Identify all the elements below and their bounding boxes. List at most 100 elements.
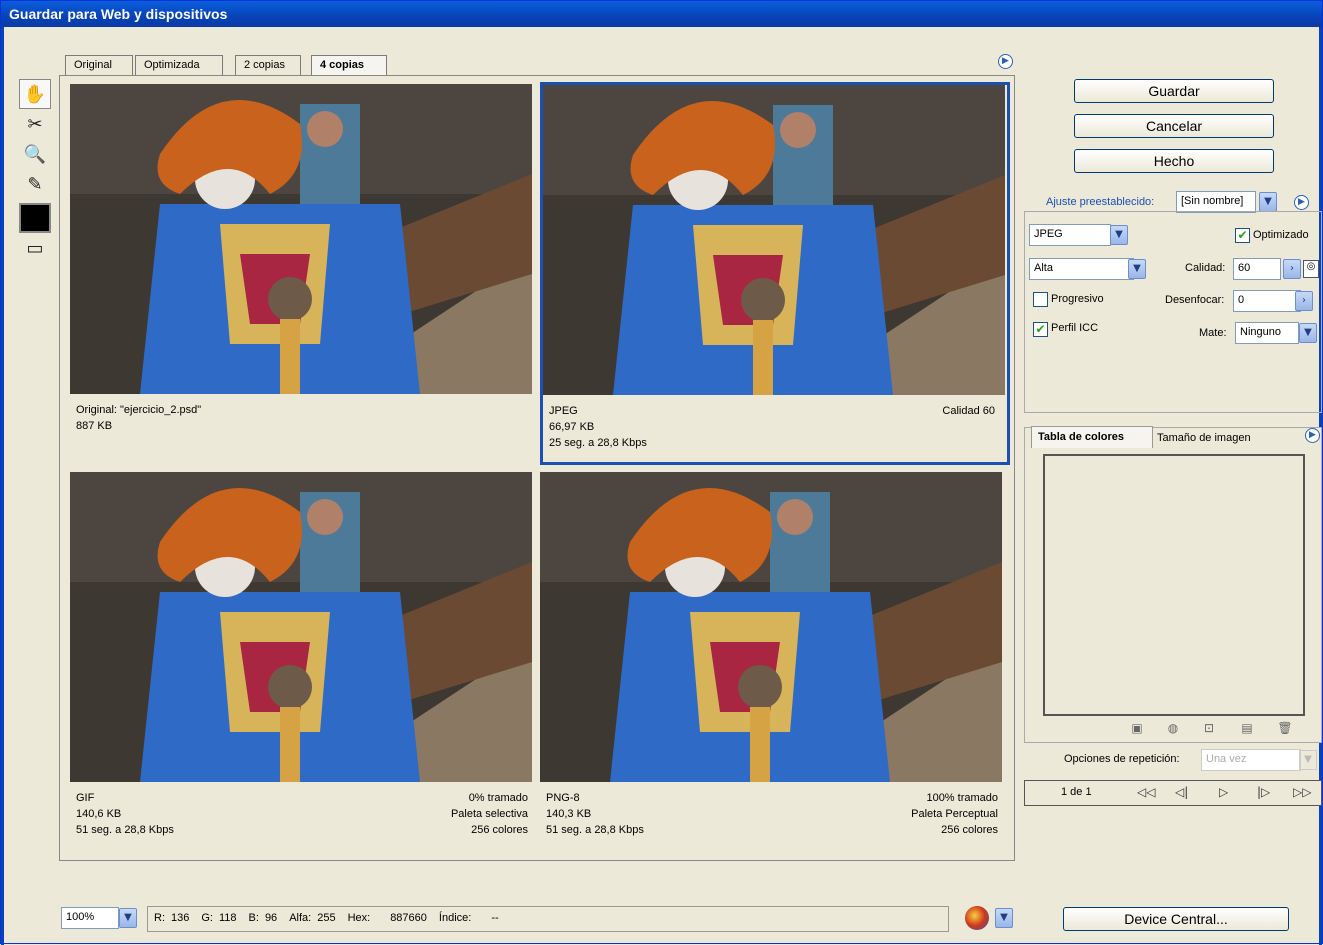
play-icon[interactable]: ▷: [1219, 785, 1228, 799]
last-frame-icon[interactable]: ▷▷: [1293, 785, 1311, 799]
tab-2-up[interactable]: 2 copias: [235, 55, 301, 75]
quality-label: Calidad:: [1185, 262, 1226, 274]
alpha-label: Alfa:: [289, 912, 312, 924]
pane-info-line: Calidad 60: [942, 405, 995, 417]
preview-pane[interactable]: JPEG 66,97 KB 25 seg. a 28,8 Kbps Calidad 6…: [540, 82, 1010, 465]
toolbox: ✋ ✂ 🔍 ✎ ▭: [19, 79, 53, 263]
blur-label: Desenfocar:: [1165, 294, 1225, 306]
color-table-menu-icon[interactable]: ▶: [1305, 428, 1320, 443]
prev-frame-icon[interactable]: ◁|: [1175, 785, 1188, 799]
chevron-down-icon[interactable]: ▼: [1299, 323, 1317, 343]
pane-info-line: 887 KB: [76, 420, 113, 432]
pane-info-left: JPEG 66,97 KB 25 seg. a 28,8 Kbps: [549, 403, 647, 451]
b-value: 96: [264, 912, 278, 924]
optimized-label: Optimizado: [1253, 229, 1309, 241]
pane-info-line: 256 colores: [941, 824, 998, 836]
preview-menu-icon[interactable]: ▶: [998, 54, 1013, 69]
preset-select[interactable]: [Sin nombre]: [1176, 191, 1256, 213]
toggle-slices-icon[interactable]: ▭: [19, 233, 51, 263]
first-frame-icon[interactable]: ◁◁: [1137, 785, 1155, 799]
pane-info-right: Calidad 60: [942, 403, 995, 419]
color-info-bar: R: 136 G: 118 B: 96 Alfa: 255 Hex: 88766…: [147, 906, 949, 932]
progressive-label: Progresivo: [1051, 293, 1104, 305]
format-select[interactable]: JPEG: [1029, 224, 1111, 246]
blur-slider-icon[interactable]: ›: [1295, 291, 1313, 311]
frame-counter: 1 de 1: [1061, 786, 1092, 798]
pane-info-line: 140,3 KB: [546, 808, 592, 820]
done-button[interactable]: Hecho: [1074, 149, 1274, 173]
new-color-icon[interactable]: ▤: [1239, 721, 1255, 737]
preview-image[interactable]: [70, 472, 532, 782]
web-snap-icon[interactable]: ◍: [1165, 721, 1181, 737]
pane-info-line: 66,97 KB: [549, 421, 595, 433]
hex-value: 887660: [390, 912, 427, 924]
eyedropper-color-swatch[interactable]: [19, 203, 51, 233]
quality-input[interactable]: 60: [1233, 258, 1281, 280]
next-frame-icon[interactable]: |▷: [1257, 785, 1270, 799]
matte-select[interactable]: Ninguno: [1235, 322, 1299, 344]
zoom-icon[interactable]: 🔍: [19, 139, 51, 169]
zoom-select[interactable]: 100%: [61, 907, 119, 929]
chevron-down-icon[interactable]: ▼: [1110, 225, 1128, 245]
preview-pane[interactable]: Original: "ejercicio_2.psd" 887 KB: [70, 84, 540, 467]
repeat-select[interactable]: Una vez: [1201, 749, 1301, 771]
chevron-down-icon[interactable]: ▼: [1128, 259, 1146, 279]
pane-info-left: Original: "ejercicio_2.psd" 887 KB: [76, 402, 201, 434]
preview-pane[interactable]: PNG-8 140,3 KB 51 seg. a 28,8 Kbps 100% tra…: [540, 472, 1010, 855]
color-table-panel: Tabla de colores Tamaño de imagen ▶ ▣ ◍ …: [1024, 426, 1322, 743]
preview-grid: Original: "ejercicio_2.psd" 887 KB JPEG 66,…: [59, 75, 1015, 861]
trash-icon[interactable]: 🗑: [1277, 721, 1293, 737]
pane-info-line: 25 seg. a 28,8 Kbps: [549, 437, 647, 449]
pane-info-line: PNG-8: [546, 792, 580, 804]
chevron-down-icon[interactable]: ▼: [995, 908, 1013, 928]
pane-info-line: 256 colores: [471, 824, 528, 836]
pane-info-line: 100% tramado: [926, 792, 998, 804]
window-border-left: [1, 27, 4, 945]
quality-preset-select[interactable]: Alta: [1029, 258, 1134, 280]
animation-controls: 1 de 1 ◁◁ ◁| ▷ |▷ ▷▷: [1024, 780, 1322, 806]
map-transparent-icon[interactable]: ▣: [1129, 721, 1145, 737]
color-table-swatches[interactable]: [1043, 454, 1305, 716]
pane-info-left: GIF 140,6 KB 51 seg. a 28,8 Kbps: [76, 790, 174, 838]
pane-info-line: Paleta selectiva: [450, 808, 528, 820]
chevron-down-icon[interactable]: ▼: [1259, 192, 1277, 212]
index-label: Índice:: [438, 912, 472, 924]
mask-icon[interactable]: ◎: [1303, 260, 1319, 278]
preview-pane[interactable]: GIF 140,6 KB 51 seg. a 28,8 Kbps 0% tramado…: [70, 472, 540, 855]
blur-input[interactable]: 0: [1233, 290, 1301, 312]
tab-image-size[interactable]: Tamaño de imagen: [1155, 428, 1273, 448]
settings-menu-icon[interactable]: ▶: [1294, 195, 1309, 210]
pane-info-line: Original: "ejercicio_2.psd": [76, 404, 202, 416]
cancel-button[interactable]: Cancelar: [1074, 114, 1274, 138]
progressive-checkbox[interactable]: [1033, 292, 1048, 307]
pane-info-line: JPEG: [549, 405, 578, 417]
pane-info-line: GIF: [76, 792, 95, 804]
tab-color-table[interactable]: Tabla de colores: [1031, 426, 1153, 448]
icc-profile-checkbox[interactable]: ✔: [1033, 322, 1048, 337]
quality-slider-icon[interactable]: ›: [1283, 259, 1301, 279]
tab-optimized[interactable]: Optimizada: [135, 55, 223, 75]
g-value: 118: [218, 912, 237, 924]
preview-image[interactable]: [543, 85, 1005, 395]
r-value: 136: [171, 912, 190, 924]
tab-original[interactable]: Original: [65, 55, 133, 75]
tab-4-up[interactable]: 4 copias: [311, 55, 387, 76]
eyedropper-icon[interactable]: ✎: [19, 169, 51, 199]
chevron-down-icon[interactable]: ▼: [1299, 750, 1317, 770]
pane-info-line: 51 seg. a 28,8 Kbps: [76, 824, 174, 836]
preview-image[interactable]: [70, 84, 532, 394]
optimized-checkbox[interactable]: ✔: [1235, 228, 1250, 243]
device-central-button[interactable]: Device Central...: [1063, 907, 1289, 931]
save-for-web-window: Guardar para Web y dispositivos Original…: [0, 0, 1323, 945]
preview-image[interactable]: [540, 472, 1002, 782]
repeat-options-label: Opciones de repetición:: [1064, 753, 1180, 765]
slice-select-icon[interactable]: ✂: [19, 109, 51, 139]
browser-preview-icon[interactable]: [965, 906, 989, 930]
hex-label: Hex:: [347, 912, 371, 924]
pane-info-right: 100% tramado Paleta Perceptual 256 colores: [911, 790, 998, 838]
hand-icon[interactable]: ✋: [19, 79, 51, 109]
pane-info-left: PNG-8 140,3 KB 51 seg. a 28,8 Kbps: [546, 790, 644, 838]
lock-icon[interactable]: ⊡: [1201, 721, 1217, 737]
chevron-down-icon[interactable]: ▼: [119, 908, 137, 928]
save-button[interactable]: Guardar: [1074, 79, 1274, 103]
